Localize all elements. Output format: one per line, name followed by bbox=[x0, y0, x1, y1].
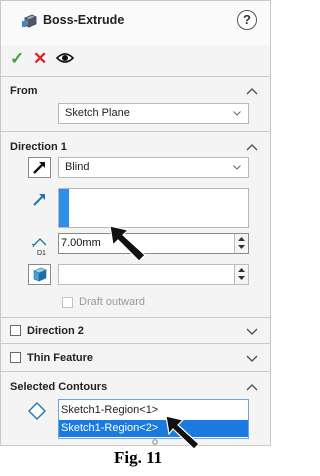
draft-toggle-button[interactable] bbox=[28, 264, 51, 285]
collapse-caret-up-icon[interactable] bbox=[246, 143, 258, 151]
draft-outward-checkbox[interactable] bbox=[62, 297, 73, 308]
expand-caret-down-icon[interactable] bbox=[246, 328, 258, 336]
depth-spinner[interactable] bbox=[234, 234, 248, 253]
spin-down-icon[interactable] bbox=[238, 245, 245, 249]
boss-extrude-icon bbox=[22, 14, 37, 28]
divider bbox=[1, 76, 270, 77]
divider bbox=[1, 371, 270, 372]
preview-eye-icon[interactable] bbox=[56, 51, 74, 65]
divider bbox=[1, 317, 270, 318]
depth-value: 7.00mm bbox=[61, 237, 101, 249]
expand-caret-down-icon[interactable] bbox=[246, 355, 258, 363]
contour-list-item-selected[interactable]: Sketch1-Region<2> bbox=[59, 420, 248, 437]
collapse-caret-up-icon[interactable] bbox=[246, 383, 258, 391]
spin-up-icon[interactable] bbox=[238, 237, 245, 241]
annotation-arrow-icon bbox=[109, 225, 146, 262]
reverse-direction-icon bbox=[33, 162, 45, 174]
end-condition-select[interactable]: Blind bbox=[58, 157, 249, 178]
from-start-condition-select[interactable]: Sketch Plane bbox=[58, 103, 249, 124]
divider bbox=[1, 131, 270, 132]
ok-button[interactable]: ✓ bbox=[10, 50, 24, 68]
draft-angle-input[interactable] bbox=[58, 264, 249, 285]
contour-list-item[interactable]: Sketch1-Region<1> bbox=[59, 402, 248, 419]
contour-selection-icon bbox=[28, 402, 46, 420]
selected-contours-list[interactable]: Sketch1-Region<1> Sketch1-Region<2> bbox=[58, 399, 249, 439]
figure-caption-area: Fig. 11 bbox=[0, 446, 271, 476]
help-button[interactable]: ? bbox=[237, 10, 257, 30]
draft-outward-label: Draft outward bbox=[79, 296, 146, 308]
collapse-caret-up-icon[interactable] bbox=[246, 87, 258, 95]
divider bbox=[1, 343, 270, 344]
spin-up-icon[interactable] bbox=[238, 268, 245, 272]
spin-down-icon[interactable] bbox=[238, 276, 245, 280]
chevron-down-icon bbox=[233, 111, 241, 116]
selected-contours-section-title: Selected Contours bbox=[10, 381, 108, 393]
from-section-title: From bbox=[10, 85, 38, 97]
chevron-down-icon bbox=[233, 165, 241, 170]
property-manager-header: Boss-Extrude ? bbox=[1, 1, 270, 45]
draft-icon bbox=[33, 267, 47, 282]
direction1-section-title: Direction 1 bbox=[10, 141, 67, 153]
depth-icon: D1 bbox=[31, 238, 47, 257]
reverse-direction-button[interactable] bbox=[28, 157, 51, 178]
direction-vector-icon bbox=[33, 194, 45, 206]
thin-feature-section-title: Thin Feature bbox=[27, 352, 94, 364]
selection-focus-indicator bbox=[59, 189, 69, 227]
direction2-checkbox[interactable] bbox=[10, 325, 21, 336]
draft-angle-spinner[interactable] bbox=[234, 265, 248, 284]
cancel-button[interactable]: ✕ bbox=[33, 50, 47, 68]
direction-reference-selection-box[interactable] bbox=[58, 188, 249, 228]
depth-input[interactable]: 7.00mm bbox=[58, 233, 249, 254]
resize-handle-icon[interactable] bbox=[151, 439, 159, 445]
depth-icon-label: D1 bbox=[37, 250, 46, 257]
feature-title: Boss-Extrude bbox=[43, 13, 125, 27]
end-condition-value: Blind bbox=[65, 161, 90, 173]
thin-feature-checkbox[interactable] bbox=[10, 352, 21, 363]
from-start-condition-value: Sketch Plane bbox=[65, 107, 130, 119]
property-manager: Boss-Extrude ? ✓ ✕ From Sketch Plane Dir… bbox=[0, 0, 271, 446]
direction2-section-title: Direction 2 bbox=[27, 325, 84, 337]
figure-caption: Fig. 11 bbox=[114, 448, 163, 467]
